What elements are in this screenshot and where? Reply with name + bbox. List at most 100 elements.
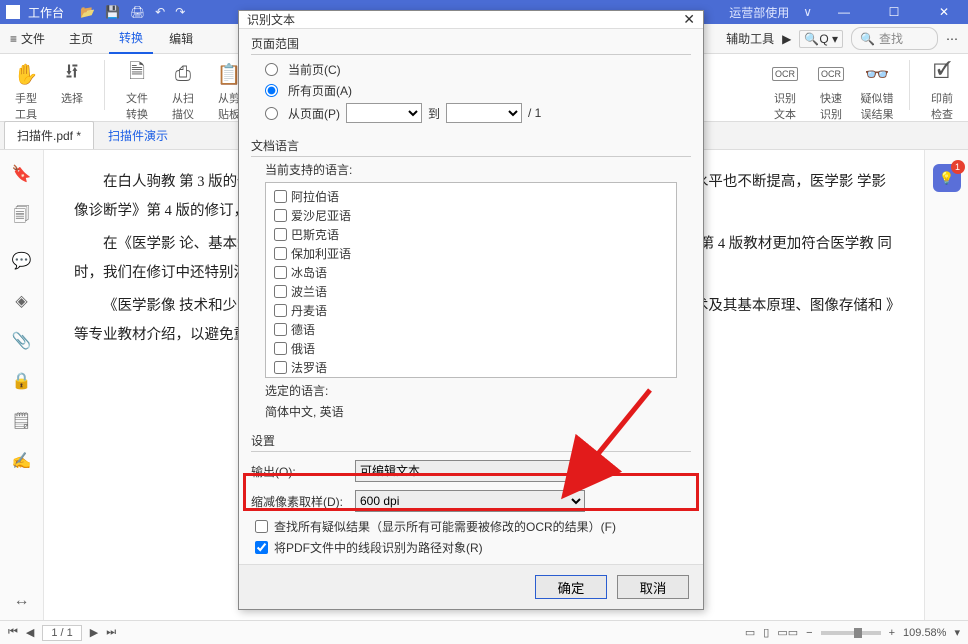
open-icon[interactable]: 📂 [80,5,95,19]
lang-item[interactable]: 波兰语 [274,282,668,301]
usage-label[interactable]: 运营部使用 [729,4,789,21]
lang-item[interactable]: 德语 [274,320,668,339]
pages-icon[interactable]: 🗐 [14,204,30,231]
tab-convert[interactable]: 转换 [109,23,153,54]
bookmark-icon[interactable]: 🔖 [12,164,32,184]
select-tool[interactable]: ⭿选择 [54,60,90,106]
lang-item[interactable]: 爱沙尼亚语 [274,206,668,225]
recognize-text-dialog: 识别文本 ✕ 页面范围 当前页(C) 所有页面(A) 从页面(P) 到 / 1 … [238,10,704,610]
dpi-row: 缩减像素取样(D): 600 dpi [251,486,691,516]
layers-icon[interactable]: ◈ [15,291,27,311]
check-suspect[interactable] [255,520,268,533]
page-indicator[interactable]: 1 / 1 [42,625,81,641]
dialog-close-button[interactable]: ✕ [683,11,695,28]
from-page-select[interactable] [346,103,422,123]
info-icon[interactable]: ⓘ [597,461,611,481]
check-path-row[interactable]: 将PDF文件中的线段识别为路径对象(R) [251,537,691,558]
zoom-value[interactable]: 109.58% [903,627,946,639]
file-menu[interactable]: ≡ 文件 [10,30,45,47]
titlebar-quick-icons: 📂 💾 🖨 ↶ ↷ [80,5,185,19]
to-page-select[interactable] [446,103,522,123]
from-scanner[interactable]: ⎙从扫 描仪 [165,60,201,122]
radio-from-page[interactable]: 从页面(P) 到 / 1 [251,101,691,125]
prev-page-icon[interactable]: ◀ [26,626,34,639]
language-list[interactable]: 阿拉伯语爱沙尼亚语巴斯克语保加利亚语冰岛语波兰语丹麦语德语俄语法罗语 [265,182,677,378]
output-label: 输出(O): [251,463,347,480]
output-row: 输出(O): 可编辑文本 ⓘ [251,456,691,486]
quick-ocr[interactable]: OCR快速 识别 [813,60,849,122]
suspect-results[interactable]: 👓疑似错 误结果 [859,60,895,122]
last-page-icon[interactable]: ⏭ [106,626,116,639]
first-page-icon[interactable]: ⏮ [8,626,18,639]
attachments-icon[interactable]: 📎 [12,331,32,351]
redo-icon[interactable]: ↷ [175,5,185,19]
radio-current-input[interactable] [265,63,278,76]
close-window-button[interactable]: ✕ [926,5,962,19]
lang-item[interactable]: 冰岛语 [274,263,668,282]
lang-item[interactable]: 俄语 [274,339,668,358]
doc-language-section: 文档语言 当前支持的语言: 阿拉伯语爱沙尼亚语巴斯克语保加利亚语冰岛语波兰语丹麦… [239,131,703,426]
radio-all-pages[interactable]: 所有页面(A) [251,80,691,101]
print-icon[interactable]: 🖨 [130,5,145,19]
security-icon[interactable]: 🔒 [12,371,32,391]
cancel-button[interactable]: 取消 [617,575,689,599]
preflight[interactable]: 🗹印前 检查 [924,60,960,122]
output-select[interactable]: 可编辑文本 [355,460,585,482]
bulb-button[interactable]: 💡1 [933,164,961,192]
zoom-slider[interactable] [821,631,881,635]
tab-edit[interactable]: 编辑 [159,24,203,53]
check-path[interactable] [255,541,268,554]
fields-icon[interactable]: 🗒 [11,411,31,431]
panel-toggle-icon[interactable]: ▶ [782,32,791,46]
lang-item[interactable]: 阿拉伯语 [274,187,668,206]
more-icon[interactable]: ⋯ [946,32,958,46]
search-input[interactable]: 🔍 查找 [851,27,938,50]
ocr-recognize[interactable]: OCR识别 文本 [767,60,803,122]
radio-all-input[interactable] [265,84,278,97]
lang-item[interactable]: 法罗语 [274,358,668,377]
minimize-button[interactable]: — [826,5,862,19]
settings-section: 设置 输出(O): 可编辑文本 ⓘ 缩减像素取样(D): 600 dpi 查找所… [239,426,703,564]
zoom-in-icon[interactable]: + [889,627,895,639]
lang-item[interactable]: 保加利亚语 [274,244,668,263]
selected-lang-value: 简体中文, 英语 [265,403,691,420]
radio-current-page[interactable]: 当前页(C) [251,59,691,80]
view-cont-icon[interactable]: ▯ [763,626,769,639]
lang-item[interactable]: 丹麦语 [274,301,668,320]
maximize-button[interactable]: ☐ [876,5,912,19]
doc-tab-1[interactable]: 扫描件.pdf * [4,121,94,149]
aux-tools-label[interactable]: 辅助工具 [726,30,774,47]
to-label: 到 [428,105,440,122]
signatures-icon[interactable]: ✍ [12,451,32,471]
page-total: / 1 [528,106,541,120]
zoom-out-icon[interactable]: − [806,627,812,639]
toggle-sidebar-icon[interactable]: ↔ [14,592,30,610]
bulb-badge: 1 [951,160,965,174]
page-range-title: 页面范围 [251,35,691,55]
cursor-icon: ⭿ [66,60,79,88]
save-icon[interactable]: 💾 [105,5,120,19]
hand-tool[interactable]: ✋手型 工具 [8,60,44,122]
undo-icon[interactable]: ↶ [155,5,165,19]
dpi-select[interactable]: 600 dpi [355,490,585,512]
dpi-label: 缩减像素取样(D): [251,493,347,510]
doc-tab-2[interactable]: 扫描件演示 [96,122,180,149]
find-icon[interactable]: 🔍Q ▾ [799,30,843,48]
file-convert[interactable]: 🗎文件 转换 [119,60,155,122]
comments-icon[interactable]: 💬 [12,251,32,271]
check-suspect-row[interactable]: 查找所有疑似结果（显示所有可能需要被修改的OCR的结果）(F) [251,516,691,537]
glasses-icon: 👓 [865,60,890,88]
sidebar-right: 💡1 [924,150,968,620]
zoom-chevron-icon[interactable]: ▾ [954,626,960,639]
doc-lang-title: 文档语言 [251,137,691,157]
radio-from-input[interactable] [265,107,278,120]
settings-title: 设置 [251,432,691,452]
view-two-icon[interactable]: ▭▭ [777,626,798,639]
tab-home[interactable]: 主页 [59,24,103,53]
ok-button[interactable]: 确定 [535,575,607,599]
next-page-icon[interactable]: ▶ [90,626,98,639]
view-single-icon[interactable]: ▭ [745,626,755,639]
scanner-icon: ⎙ [175,60,191,88]
lang-item[interactable]: 巴斯克语 [274,225,668,244]
search-placeholder: 查找 [879,30,929,47]
